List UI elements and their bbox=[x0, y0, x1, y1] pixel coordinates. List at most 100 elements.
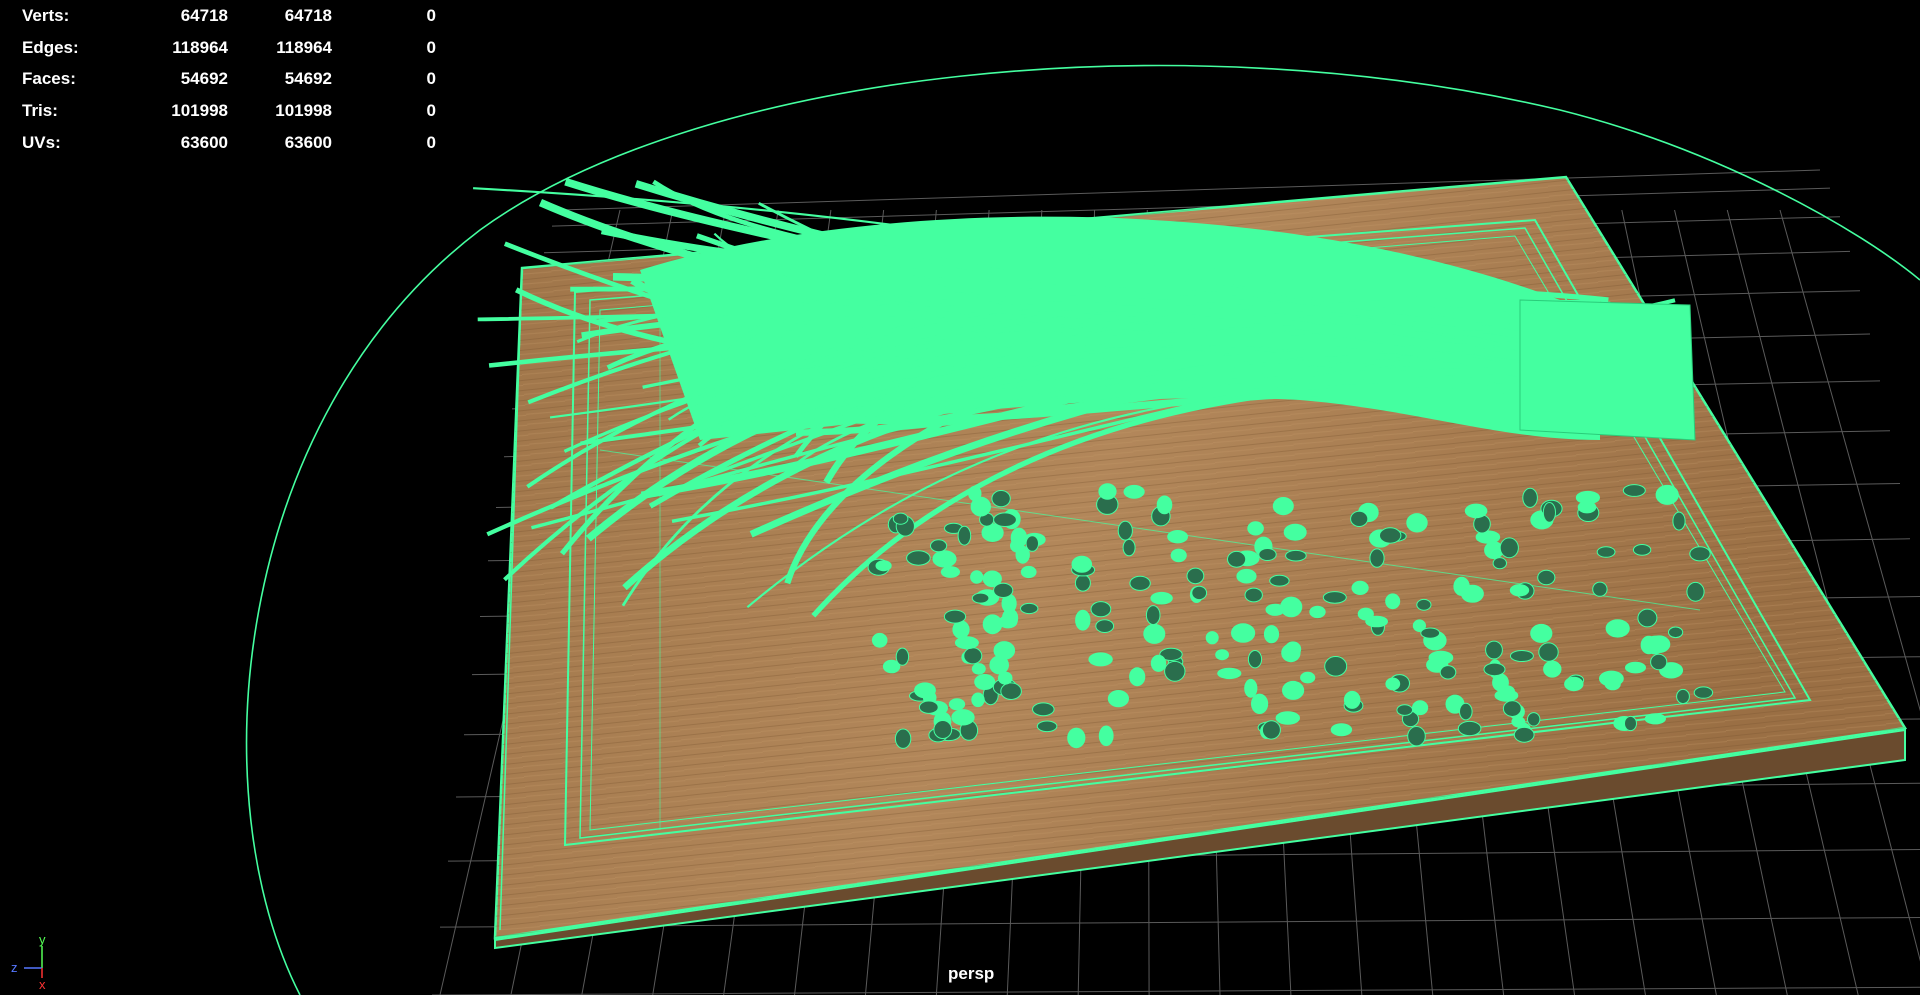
scallion-piece bbox=[1258, 548, 1277, 561]
scallion-piece bbox=[1439, 665, 1457, 680]
scallion-piece bbox=[932, 550, 957, 568]
scallion-piece bbox=[951, 709, 975, 726]
hud-row-value: 101998 bbox=[171, 100, 228, 120]
scallion-piece bbox=[1129, 667, 1146, 687]
scallion-piece bbox=[1074, 574, 1091, 592]
scallion-piece bbox=[1010, 539, 1024, 553]
scallion-piece bbox=[1145, 605, 1161, 626]
view-axis-gizmo: y z x bbox=[11, 932, 46, 990]
scallion-piece bbox=[1406, 513, 1428, 533]
scallion-piece bbox=[1150, 591, 1173, 605]
scallion-piece bbox=[1282, 680, 1305, 700]
scallion-piece bbox=[1265, 603, 1285, 616]
poly-count-hud: Verts: 64718 64718 0 Edges: 118964 118964 0 Face… bbox=[22, 0, 436, 158]
scallion-piece bbox=[993, 512, 1017, 528]
scallion-piece bbox=[1599, 670, 1624, 687]
hud-row-value: 63600 bbox=[180, 132, 228, 152]
hud-row-value: 63600 bbox=[284, 132, 332, 152]
scallion-piece bbox=[1492, 557, 1508, 570]
scallion-piece bbox=[963, 647, 983, 665]
scallion-piece bbox=[1150, 654, 1167, 672]
scallion-piece bbox=[1416, 598, 1432, 611]
scallion-piece bbox=[943, 609, 967, 624]
scallion-piece bbox=[1351, 580, 1369, 596]
scallion-piece bbox=[971, 592, 990, 604]
scallion-piece bbox=[1522, 487, 1538, 508]
scallion-piece bbox=[1186, 567, 1205, 585]
scallion-piece bbox=[1650, 653, 1668, 671]
grid-line bbox=[559, 169, 1821, 211]
scallion-piece bbox=[1090, 601, 1112, 618]
scallion-piece bbox=[1577, 500, 1597, 514]
scallion-piece bbox=[1261, 720, 1281, 740]
scallion-piece bbox=[1156, 495, 1173, 515]
scallion-piece bbox=[1686, 581, 1705, 602]
scallion-piece bbox=[954, 636, 979, 650]
scallion-piece bbox=[1420, 627, 1441, 639]
scallion-piece bbox=[1645, 635, 1665, 655]
scallion-piece bbox=[1164, 660, 1186, 682]
scallion-piece bbox=[1025, 535, 1040, 552]
scallion-piece bbox=[998, 615, 1018, 629]
scallion-piece bbox=[1191, 585, 1208, 601]
hud-row-value: 54692 bbox=[284, 69, 332, 89]
scallion-piece bbox=[1365, 615, 1388, 628]
scallion-piece bbox=[1067, 727, 1086, 749]
scallion-piece bbox=[1644, 713, 1667, 725]
scallion-piece bbox=[930, 539, 948, 553]
scallion-piece bbox=[1689, 546, 1711, 562]
scallion-piece bbox=[1129, 575, 1151, 591]
scallion-piece bbox=[1527, 712, 1541, 727]
hud-row-value: 0 bbox=[426, 132, 436, 152]
scallion-piece bbox=[1530, 623, 1553, 643]
scallion-piece bbox=[971, 692, 985, 708]
scallion-piece bbox=[948, 698, 966, 711]
scallion-piece bbox=[989, 655, 1010, 675]
scallion-piece bbox=[970, 570, 984, 584]
scallion-piece bbox=[1075, 609, 1091, 631]
scallion-piece bbox=[971, 663, 986, 675]
scallion-piece bbox=[1309, 605, 1326, 619]
hud-row-value: 0 bbox=[426, 100, 436, 120]
scallion-piece bbox=[1019, 602, 1039, 615]
scallion-piece bbox=[1509, 650, 1534, 662]
scallion-piece bbox=[1457, 720, 1482, 737]
scallion-piece bbox=[1492, 673, 1509, 692]
scallion-piece bbox=[1369, 548, 1385, 568]
scallion-piece bbox=[1236, 568, 1257, 584]
scallion-piece bbox=[940, 566, 961, 578]
hud-row-value: 101998 bbox=[275, 100, 332, 120]
scallion-piece bbox=[1693, 686, 1714, 699]
scallion-piece bbox=[1123, 484, 1145, 499]
scallion-piece bbox=[1412, 700, 1429, 716]
grid-line bbox=[431, 986, 1920, 995]
hud-row-label: UVs: bbox=[22, 132, 61, 152]
scallion-piece bbox=[1071, 555, 1093, 573]
scallion-piece bbox=[957, 525, 972, 546]
scallion-piece bbox=[1537, 569, 1556, 586]
scallion-piece bbox=[1205, 631, 1219, 645]
scallion-piece bbox=[1300, 671, 1316, 684]
scallion-piece bbox=[1502, 700, 1522, 717]
camera-name-label: persp bbox=[948, 964, 995, 983]
scallion-piece bbox=[1396, 704, 1413, 716]
scallion-piece bbox=[1098, 483, 1117, 500]
scallion-piece bbox=[1143, 623, 1166, 644]
hud-row: Verts: 64718 64718 0 bbox=[22, 0, 436, 32]
scallion-piece bbox=[1655, 484, 1679, 505]
scallion-piece bbox=[894, 728, 912, 749]
scallion-piece bbox=[1247, 650, 1263, 669]
scallion-piece bbox=[1020, 565, 1037, 579]
hud-row: UVs: 63600 63600 0 bbox=[22, 127, 436, 159]
scallion-piece bbox=[1036, 720, 1058, 733]
scallion-piece bbox=[1275, 711, 1301, 725]
scallion-piece bbox=[1632, 544, 1652, 556]
hud-row: Faces: 54692 54692 0 bbox=[22, 63, 436, 95]
scallion-piece bbox=[892, 512, 909, 525]
hud-row-value: 118964 bbox=[276, 37, 332, 57]
scallion-piece bbox=[1244, 587, 1263, 603]
scallion-root-end bbox=[1519, 299, 1696, 441]
scallion-piece bbox=[1460, 584, 1484, 603]
hud-row-value: 64718 bbox=[180, 5, 228, 25]
scallion-piece bbox=[1263, 625, 1280, 644]
